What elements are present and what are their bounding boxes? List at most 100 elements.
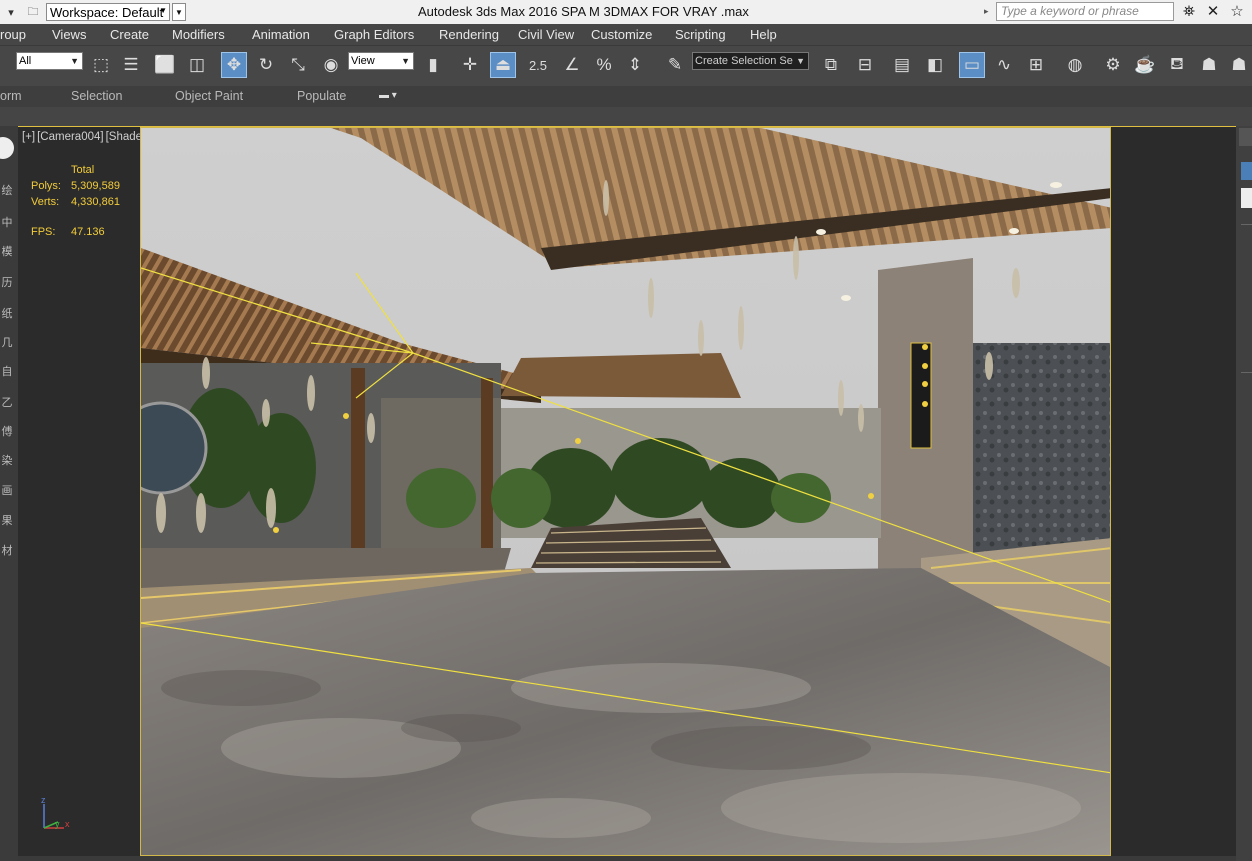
angle-snap-icon[interactable]: ∠ <box>559 52 585 78</box>
left-strip-glyph[interactable]: 画 <box>0 482 14 498</box>
panel-divider <box>1241 224 1252 225</box>
rectangular-selection-icon[interactable]: ⬜ <box>152 52 178 78</box>
title-bar: ▾ 🗀 Workspace: Default ▼ ▼ Autodesk 3ds … <box>0 0 1252 24</box>
named-selection-set-value: Create Selection Se <box>695 55 793 67</box>
project-folder-icon[interactable]: 🗀 <box>22 2 44 22</box>
ribbon-options-icon[interactable]: ▬ ▾ <box>379 90 401 102</box>
command-panel-tab[interactable] <box>1239 128 1252 146</box>
tools-icon[interactable]: ✕ <box>1204 3 1222 21</box>
menu-help[interactable]: Help <box>750 27 777 42</box>
viewport-bottom-edge <box>18 856 1236 861</box>
fps-value: 47.136 <box>71 226 105 238</box>
material-editor-icon[interactable]: ◍ <box>1062 52 1088 78</box>
menu-animation[interactable]: Animation <box>252 27 310 42</box>
curve-editor-icon[interactable]: ∿ <box>991 52 1017 78</box>
align-icon[interactable]: ⊟ <box>852 52 878 78</box>
toggle-ribbon-icon[interactable]: ▭ <box>959 52 985 78</box>
binoculars-icon[interactable]: ⛯ <box>1180 3 1198 21</box>
app-menu-dropdown-icon[interactable]: ▾ <box>0 2 22 22</box>
quick-access-customize-icon[interactable]: ▼ <box>172 3 186 21</box>
render-iterative-icon[interactable]: ☗ <box>1196 52 1222 78</box>
select-and-scale-icon[interactable]: ⤡ <box>285 52 311 78</box>
layer-explorer-icon[interactable]: ◧ <box>922 52 948 78</box>
window-crossing-icon[interactable]: ◫ <box>184 52 210 78</box>
left-strip-glyph[interactable]: 纸 <box>0 305 14 321</box>
pivot-center-icon[interactable]: ▮ <box>420 52 446 78</box>
left-strip-glyph[interactable]: 果 <box>0 512 14 528</box>
select-and-rotate-icon[interactable]: ↻ <box>253 52 279 78</box>
ribbon-tab-object-paint[interactable]: Object Paint <box>175 89 243 103</box>
select-and-move-icon[interactable]: ✥ <box>221 52 247 78</box>
main-toolbar: All ▼ ⬚ ☰ ⬜ ◫ ✥ ↻ ⤡ ◉ View ▼ ▮ ✛ ⏏ 2.5 ∠… <box>0 45 1252 86</box>
viewport-general-menu[interactable]: [+] <box>22 131 35 143</box>
left-strip-glyph[interactable]: 绘 <box>0 182 14 198</box>
viewport-statistics: Total Polys: 5,309,589 Verts: 4,330,861 FP… <box>31 162 120 240</box>
select-and-place-icon[interactable]: ◉ <box>318 52 344 78</box>
axis-tripod: z x y <box>38 795 72 832</box>
named-selection-set-dropdown[interactable]: Create Selection Se ▼ <box>692 52 809 70</box>
command-panel <box>1236 126 1252 861</box>
left-strip-glyph[interactable]: 乙 <box>0 394 14 410</box>
select-manipulate-icon[interactable]: ✛ <box>457 52 483 78</box>
left-strip-glyph[interactable]: 模 <box>0 243 14 259</box>
menu-rendering[interactable]: Rendering <box>439 27 499 42</box>
menu-civil-view[interactable]: Civil View <box>518 27 574 42</box>
menu-graph-editors[interactable]: Graph Editors <box>334 27 414 42</box>
polys-value: 5,309,589 <box>71 180 120 192</box>
select-by-name-icon[interactable]: ☰ <box>118 52 144 78</box>
menu-views[interactable]: Views <box>52 27 86 42</box>
search-expand-icon[interactable]: ▸ <box>984 3 994 20</box>
ribbon-tab-populate[interactable]: Populate <box>297 89 346 103</box>
menu-group[interactable]: roup <box>0 27 26 42</box>
viewport-camera-menu[interactable]: [Camera004] <box>37 131 103 143</box>
toggle-scene-explorer-icon[interactable]: ▤ <box>889 52 915 78</box>
selection-filter-dropdown[interactable]: All ▼ <box>16 52 83 70</box>
stats-total-label: Total <box>71 164 95 176</box>
reference-coordinate-value: View <box>351 55 375 67</box>
reference-coordinate-dropdown[interactable]: View ▼ <box>348 52 414 70</box>
activeshade-icon[interactable]: ☗ <box>1226 52 1252 78</box>
ribbon-tab-freeform[interactable]: orm <box>0 89 22 103</box>
keyboard-shortcut-override-icon[interactable]: ⏏ <box>490 52 516 78</box>
edit-named-selection-icon[interactable]: ✎ <box>662 52 688 78</box>
menu-bar: roup Views Create Modifiers Animation Gr… <box>0 24 1252 45</box>
menu-scripting[interactable]: Scripting <box>675 27 726 42</box>
chevron-down-icon: ▼ <box>159 6 167 15</box>
menu-customize[interactable]: Customize <box>591 27 652 42</box>
search-input[interactable]: Type a keyword or phrase <box>996 2 1174 21</box>
left-strip-glyph[interactable]: 几 <box>0 334 14 350</box>
snaps-toggle-icon[interactable]: 2.5 <box>525 52 551 78</box>
percent-snap-icon[interactable]: % <box>591 52 617 78</box>
workspace-value: Workspace: Default <box>50 4 164 20</box>
viewport-label-menu[interactable]: [+] [Camera004] [Shaded] <box>22 131 154 143</box>
select-object-icon[interactable]: ⬚ <box>88 52 114 78</box>
chevron-down-icon: ▼ <box>70 56 79 66</box>
ribbon-panel-area <box>0 107 1252 126</box>
left-strip-glyph[interactable]: 材 <box>0 542 14 558</box>
spinner-snap-icon[interactable]: ⇕ <box>622 52 648 78</box>
ribbon-bar: orm Selection Object Paint Populate ▬ ▾ <box>0 86 1252 107</box>
ribbon-tab-selection[interactable]: Selection <box>71 89 122 103</box>
left-strip-glyph[interactable]: 历 <box>0 274 14 290</box>
menu-modifiers[interactable]: Modifiers <box>172 27 225 42</box>
menu-create[interactable]: Create <box>110 27 149 42</box>
object-name-field[interactable] <box>1241 188 1252 208</box>
left-strip-glyph[interactable]: 傅 <box>0 423 14 439</box>
chevron-down-icon: ▼ <box>401 56 410 66</box>
left-strip-glyph[interactable]: 染 <box>0 452 14 468</box>
star-icon[interactable]: ☆ <box>1228 3 1246 21</box>
camera-viewport-render[interactable] <box>140 127 1111 856</box>
render-production-icon[interactable]: ⛾ <box>1164 52 1190 78</box>
object-color-swatch[interactable] <box>1241 162 1252 180</box>
mirror-icon[interactable]: ⧉ <box>818 52 844 78</box>
polys-label: Polys: <box>31 180 61 192</box>
schematic-view-icon[interactable]: ⊞ <box>1023 52 1049 78</box>
rendered-frame-window-icon[interactable]: ☕ <box>1132 52 1158 78</box>
panel-divider <box>1241 372 1252 373</box>
left-strip-glyph[interactable]: 中 <box>0 214 14 230</box>
left-strip-glyph[interactable]: 自 <box>0 363 14 379</box>
window-title: Autodesk 3ds Max 2016 SPA M 3DMAX FOR VR… <box>418 4 749 19</box>
axis-y-label: y <box>55 819 60 829</box>
render-setup-icon[interactable]: ⚙ <box>1100 52 1126 78</box>
workspace-dropdown[interactable]: Workspace: Default ▼ <box>46 3 170 21</box>
